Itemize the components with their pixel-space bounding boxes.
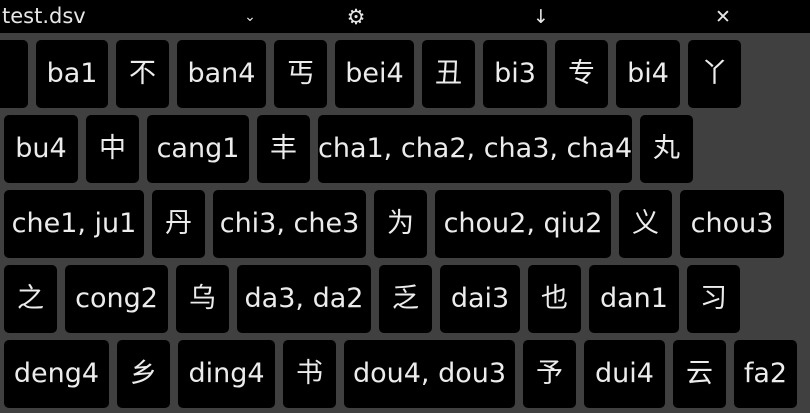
key-button[interactable]: 书 (283, 340, 336, 408)
key-button[interactable]: bi4 (616, 40, 680, 108)
app-window: test.dsv ⌄ ⚙ ↓ ✕ ba1 不 ban4 丐 bei4 丑 bi3… (0, 0, 810, 413)
key-button[interactable]: dan1 (589, 265, 679, 333)
title-bar: test.dsv ⌄ ⚙ ↓ ✕ (0, 0, 810, 33)
key-row-3: che1, ju1 丹 chi3, che3 为 chou2, qiu2 义 c… (0, 190, 810, 258)
key-row-5: deng4 乡 ding4 书 dou4, dou3 予 dui4 云 fa2 (0, 340, 810, 408)
key-button[interactable]: 专 (555, 40, 608, 108)
key-row-2: bu4 中 cang1 丰 cha1, cha2, cha3, cha4 丸 (0, 115, 810, 183)
key-button[interactable]: chi3, che3 (213, 190, 366, 258)
key-button[interactable] (0, 40, 28, 108)
key-button[interactable]: 也 (528, 265, 581, 333)
key-button[interactable]: deng4 (4, 340, 109, 408)
chevron-down-icon[interactable]: ⌄ (240, 0, 260, 33)
key-button[interactable]: cong2 (65, 265, 168, 333)
key-button[interactable]: bu4 (4, 115, 78, 183)
key-button[interactable]: da3, da2 (237, 265, 371, 333)
close-icon[interactable]: ✕ (712, 0, 734, 33)
key-button[interactable]: 义 (619, 190, 672, 258)
key-button[interactable]: ba1 (36, 40, 108, 108)
key-button[interactable]: 丐 (274, 40, 327, 108)
key-button[interactable]: 中 (86, 115, 139, 183)
key-button[interactable]: fa2 (734, 340, 797, 408)
key-button[interactable]: 乏 (379, 265, 432, 333)
key-button[interactable]: cang1 (147, 115, 249, 183)
key-button[interactable]: ding4 (178, 340, 275, 408)
gear-icon[interactable]: ⚙ (343, 0, 369, 33)
key-button[interactable]: 之 (4, 265, 57, 333)
key-button[interactable]: 丰 (257, 115, 310, 183)
key-button[interactable]: 乡 (117, 340, 170, 408)
key-button[interactable]: 乌 (176, 265, 229, 333)
file-name: test.dsv (2, 4, 86, 28)
key-row-4: 之 cong2 乌 da3, da2 乏 dai3 也 dan1 习 (0, 265, 810, 333)
key-button[interactable]: 丸 (640, 115, 693, 183)
key-button[interactable]: 丫 (688, 40, 741, 108)
key-button[interactable]: cha1, cha2, cha3, cha4 (318, 115, 632, 183)
key-button[interactable]: 习 (687, 265, 740, 333)
arrow-down-icon[interactable]: ↓ (530, 0, 552, 33)
key-button[interactable]: ban4 (177, 40, 266, 108)
key-button[interactable]: 予 (523, 340, 576, 408)
key-button[interactable]: dui4 (584, 340, 665, 408)
key-button[interactable]: chou2, qiu2 (435, 190, 611, 258)
key-button[interactable]: dai3 (440, 265, 520, 333)
key-button[interactable]: chou3 (680, 190, 784, 258)
key-button[interactable]: 丹 (152, 190, 205, 258)
key-button[interactable]: bi3 (483, 40, 547, 108)
key-button[interactable]: dou4, dou3 (344, 340, 515, 408)
key-button[interactable]: 为 (374, 190, 427, 258)
key-button[interactable]: che1, ju1 (4, 190, 144, 258)
key-button[interactable]: 云 (673, 340, 726, 408)
key-button[interactable]: bei4 (335, 40, 414, 108)
key-button[interactable]: 不 (116, 40, 169, 108)
key-button[interactable]: 丑 (422, 40, 475, 108)
key-row-1: ba1 不 ban4 丐 bei4 丑 bi3 专 bi4 丫 (0, 40, 810, 108)
